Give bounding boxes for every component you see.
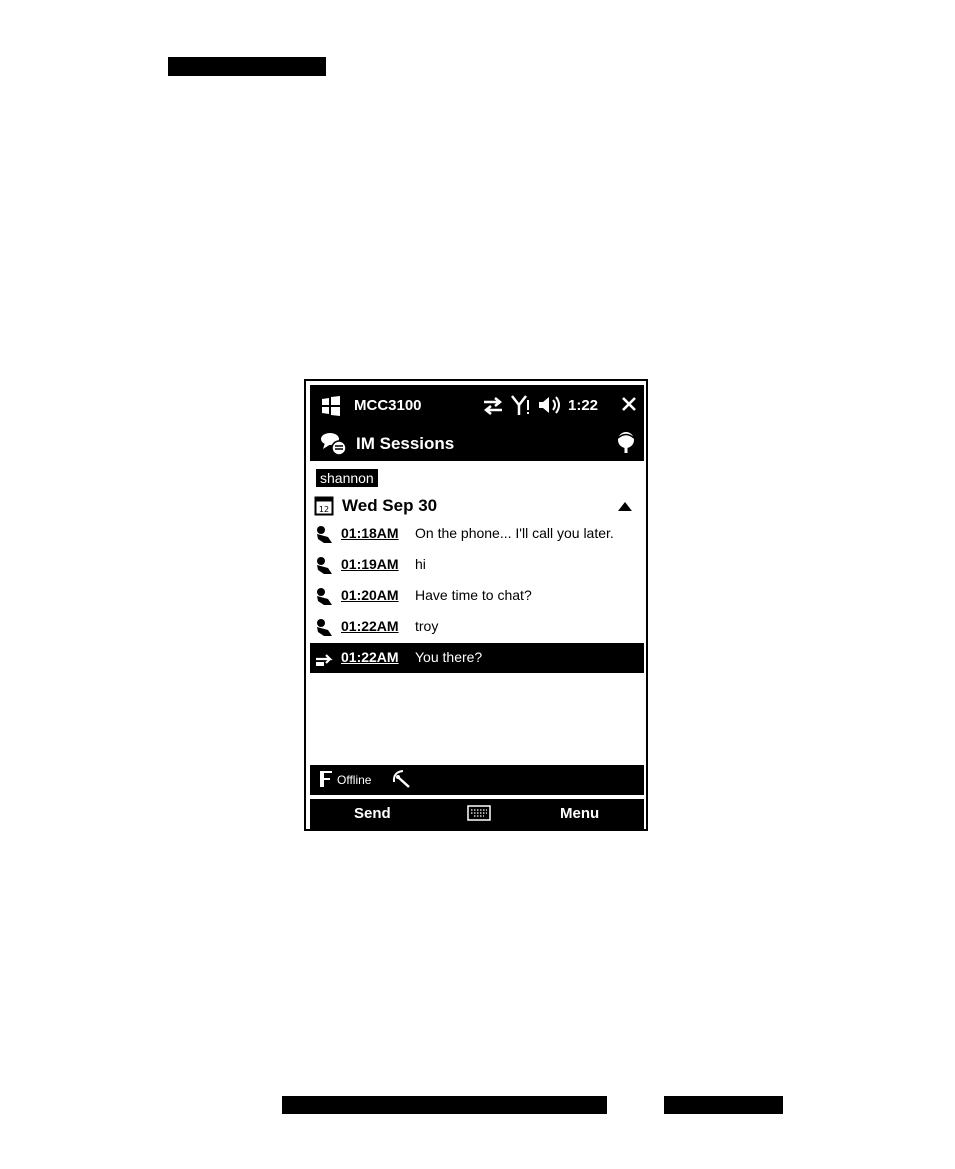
sent-message-icon <box>316 654 333 666</box>
message-time[interactable]: 01:22AM <box>341 649 399 665</box>
message-time[interactable]: 01:20AM <box>341 587 399 603</box>
send-button[interactable]: Send <box>354 805 391 823</box>
message-text: hi <box>415 556 426 572</box>
message-row[interactable]: 01:22AM troy <box>310 612 644 642</box>
app-title: MCC3100 <box>354 397 422 414</box>
message-row[interactable]: 01:22AM You there? <box>310 643 644 673</box>
message-time[interactable]: 01:22AM <box>341 618 399 634</box>
start-icon[interactable] <box>320 395 342 417</box>
received-message-icon <box>317 588 332 605</box>
presence-icon[interactable] <box>614 431 638 455</box>
collapse-arrow-icon[interactable] <box>618 502 632 511</box>
im-chat-icon <box>321 433 347 456</box>
title-bar: IM Sessions <box>310 425 644 461</box>
status-bar: MCC3100 1:22 <box>310 385 644 425</box>
svg-text:12: 12 <box>319 505 329 514</box>
message-row[interactable]: 01:19AM hi <box>310 550 644 580</box>
contact-name: shannon <box>316 469 378 487</box>
calendar-icon: 12 <box>314 496 334 516</box>
signal-icon[interactable] <box>511 394 531 416</box>
redaction-bar-bottom-right <box>664 1096 783 1114</box>
connect-icon[interactable] <box>390 768 412 790</box>
redaction-bar-bottom-left <box>282 1096 607 1114</box>
redaction-bar-top <box>168 57 326 76</box>
device-screen: MCC3100 1:22 IM Sessions shannon 12 Wed … <box>304 379 648 831</box>
message-text: Have time to chat? <box>415 587 532 603</box>
page-title: IM Sessions <box>356 434 455 453</box>
message-text: You there? <box>415 649 483 665</box>
message-row[interactable]: 01:18AM On the phone... I'll call you lat… <box>310 519 644 549</box>
date-header[interactable]: 12 Wed Sep 30 <box>314 495 640 517</box>
received-message-icon <box>317 619 332 636</box>
softkey-bar: Send Menu <box>310 799 644 829</box>
clock-time[interactable]: 1:22 <box>568 397 598 415</box>
speaker-icon[interactable] <box>537 395 565 415</box>
presence-bar: Offline <box>310 765 644 795</box>
message-text: troy <box>415 618 439 634</box>
menu-button[interactable]: Menu <box>560 805 599 823</box>
close-icon[interactable] <box>621 396 637 412</box>
presence-status-icon[interactable] <box>318 770 334 788</box>
sync-arrows-icon[interactable] <box>482 397 504 415</box>
received-message-icon <box>317 557 332 574</box>
presence-status[interactable]: Offline <box>337 773 371 787</box>
message-text: On the phone... I'll call you later. <box>415 525 614 541</box>
message-row[interactable]: 01:20AM Have time to chat? <box>310 581 644 611</box>
message-time[interactable]: 01:18AM <box>341 525 399 541</box>
conversation-date: Wed Sep 30 <box>342 496 438 515</box>
keyboard-icon[interactable] <box>467 805 491 821</box>
message-time[interactable]: 01:19AM <box>341 556 399 572</box>
received-message-icon <box>317 526 332 543</box>
